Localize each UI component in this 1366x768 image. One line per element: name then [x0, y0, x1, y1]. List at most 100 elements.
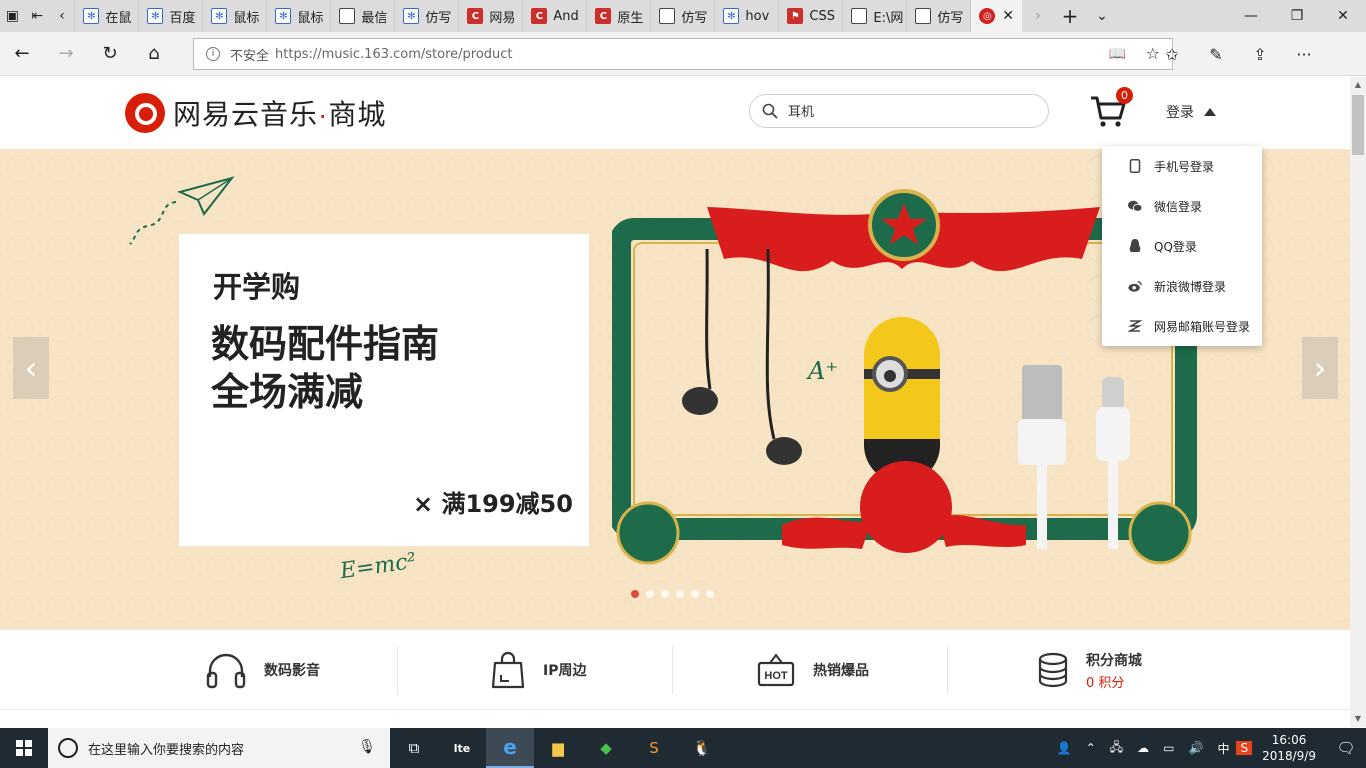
address-bar[interactable]: i 不安全 https://music.163.com/store/produc… — [193, 38, 1173, 70]
coins-icon — [1038, 652, 1068, 688]
url-text[interactable]: https://music.163.com/store/product — [275, 47, 513, 62]
banner-dot[interactable] — [676, 590, 684, 598]
close-tab-icon[interactable]: ✕ — [1002, 8, 1014, 24]
refresh-icon[interactable]: ↻ — [88, 32, 132, 76]
tab-list-icon[interactable]: ▣ — [0, 0, 25, 32]
scroll-tabs-right-icon[interactable]: › — [1022, 0, 1054, 32]
favorites-hub-icon[interactable]: ✩ — [1150, 45, 1194, 64]
tab-preview-icon[interactable]: ⌄ — [1086, 0, 1118, 32]
ime-indicator[interactable]: 中 — [1210, 740, 1236, 757]
back-icon[interactable]: ← — [0, 32, 44, 76]
action-center-icon[interactable]: 🗨 — [1326, 739, 1366, 757]
banner-prev-arrow[interactable]: ‹ — [13, 337, 49, 399]
task-view-icon[interactable]: ⧉ — [390, 728, 438, 768]
volume-icon[interactable]: 🔊 — [1182, 741, 1211, 755]
close-window-icon[interactable]: ✕ — [1320, 0, 1366, 32]
search-input[interactable] — [788, 103, 1028, 119]
qq-app-icon[interactable]: 🐧 — [678, 728, 726, 768]
browser-tab[interactable]: C 原生 — [586, 0, 650, 32]
browser-tab[interactable]: ✻ 鼠标 — [202, 0, 266, 32]
browser-tab[interactable]: C And — [522, 0, 586, 32]
scroll-up-icon[interactable]: ▲ — [1350, 77, 1366, 93]
divider — [397, 646, 398, 694]
page-scrollbar[interactable]: ▲ ▼ — [1350, 77, 1366, 727]
login-label: 登录 — [1166, 105, 1194, 121]
lte-app-icon[interactable]: lte — [438, 728, 486, 768]
login-toggle[interactable]: 登录 — [1166, 102, 1216, 122]
browser-tab[interactable]: ✻ 仿写 — [394, 0, 458, 32]
tab-title: 仿写 — [937, 10, 964, 26]
network-icon[interactable]: 🖧 — [1103, 738, 1130, 759]
promo-tag: 开学购 — [210, 264, 305, 306]
edge-browser-icon[interactable]: e — [486, 728, 534, 768]
browser-tab[interactable]: ✻ hov — [714, 0, 778, 32]
browser-tab[interactable]: E:\网 — [842, 0, 906, 32]
home-icon[interactable]: ⌂ — [132, 32, 176, 76]
web-note-icon[interactable]: ✎ — [1194, 45, 1238, 64]
category-label: 数码影音 — [264, 663, 320, 679]
store-logo[interactable]: 网易云音乐·商城 — [125, 93, 386, 133]
clock-time: 16:06 — [1271, 733, 1307, 747]
netease-music-favicon: ◎ — [979, 8, 996, 24]
sublime-text-icon[interactable]: S — [630, 728, 678, 768]
banner-dot[interactable] — [706, 590, 714, 598]
browser-tab[interactable]: 仿写 — [906, 0, 970, 32]
category-label: 热销爆品 — [813, 663, 869, 679]
cart-button[interactable]: 0 — [1090, 87, 1133, 130]
category-ip-merch[interactable]: IP周边 — [491, 630, 586, 710]
reading-view-icon[interactable]: 📖 — [1109, 46, 1126, 62]
new-tab-icon[interactable]: + — [1054, 0, 1086, 32]
csdn-favicon-icon: C — [531, 8, 548, 24]
banner-dot[interactable] — [631, 590, 639, 598]
share-icon[interactable]: ⇪ — [1238, 45, 1282, 64]
search-icon[interactable] — [762, 103, 778, 119]
show-hidden-icons-chevron[interactable]: ⌃ — [1079, 741, 1103, 755]
green-app-icon[interactable]: ◆ — [582, 728, 630, 768]
browser-tab[interactable]: ⚑ CSS — [778, 0, 842, 32]
battery-icon[interactable]: ▭ — [1156, 741, 1181, 755]
browser-tab[interactable]: ✻ 百度 — [138, 0, 202, 32]
browser-tab[interactable]: 仿写 — [650, 0, 714, 32]
banner-dot[interactable] — [691, 590, 699, 598]
minimize-icon[interactable]: — — [1228, 0, 1274, 32]
taskbar-search-box[interactable]: 在这里输入你要搜索的内容 🎙 — [48, 728, 390, 768]
banner-dot[interactable] — [646, 590, 654, 598]
browser-tab[interactable]: C 网易 — [458, 0, 522, 32]
scrollbar-thumb[interactable] — [1352, 95, 1364, 155]
forward-icon[interactable]: → — [44, 32, 88, 76]
tab-active[interactable]: ◎ ✕ — [970, 0, 1022, 32]
login-netease-mail-item[interactable]: 网易邮箱账号登录 — [1102, 306, 1262, 346]
microphone-icon[interactable]: 🎙 — [358, 739, 376, 755]
onedrive-cloud-icon[interactable]: ☁ — [1130, 741, 1156, 755]
scroll-down-icon[interactable]: ▼ — [1350, 711, 1366, 727]
more-menu-icon[interactable]: ··· — [1282, 45, 1326, 64]
banner-dot[interactable] — [661, 590, 669, 598]
browser-tab[interactable]: 最信 — [330, 0, 394, 32]
netease-mail-icon — [1128, 319, 1142, 333]
cortana-icon — [58, 738, 78, 758]
login-phone-item[interactable]: 手机号登录 — [1102, 146, 1262, 186]
login-weibo-item[interactable]: 新浪微博登录 — [1102, 266, 1262, 306]
start-button[interactable] — [0, 728, 48, 768]
taskbar-clock[interactable]: 16:06 2018/9/9 — [1252, 732, 1326, 764]
product-search[interactable] — [749, 94, 1049, 128]
sogou-input-icon[interactable]: S — [1236, 741, 1253, 755]
category-points-store[interactable]: 积分商城 0 积分 — [1038, 630, 1142, 710]
store-page: 网易云音乐·商城 0 登录 开学购 数码配件指南 — [0, 77, 1350, 727]
category-label: IP周边 — [543, 663, 587, 679]
promo-headline: 数码配件指南 全场满减 — [211, 322, 440, 414]
browser-tab[interactable]: ✻ 鼠标 — [266, 0, 330, 32]
scroll-tabs-left-icon[interactable]: ‹ — [50, 0, 75, 32]
windows-taskbar: 在这里输入你要搜索的内容 🎙 ⧉ lte e ▆ ◆ S 🐧 👤 ⌃ 🖧 ☁ ▭… — [0, 728, 1366, 768]
info-icon[interactable]: i — [206, 47, 220, 61]
category-hot-sellers[interactable]: HOT 热销爆品 — [757, 630, 869, 710]
set-aside-tabs-icon[interactable]: ⇤ — [25, 0, 50, 32]
login-wechat-item[interactable]: 微信登录 — [1102, 186, 1262, 226]
banner-next-arrow[interactable]: › — [1302, 337, 1338, 399]
people-icon[interactable]: 👤 — [1050, 741, 1079, 755]
category-digital-av[interactable]: 数码影音 — [206, 630, 320, 710]
file-explorer-icon[interactable]: ▆ — [534, 728, 582, 768]
restore-icon[interactable]: ❐ — [1274, 0, 1320, 32]
browser-tab[interactable]: ✻ 在鼠 — [74, 0, 138, 32]
login-qq-item[interactable]: QQ登录 — [1102, 226, 1262, 266]
